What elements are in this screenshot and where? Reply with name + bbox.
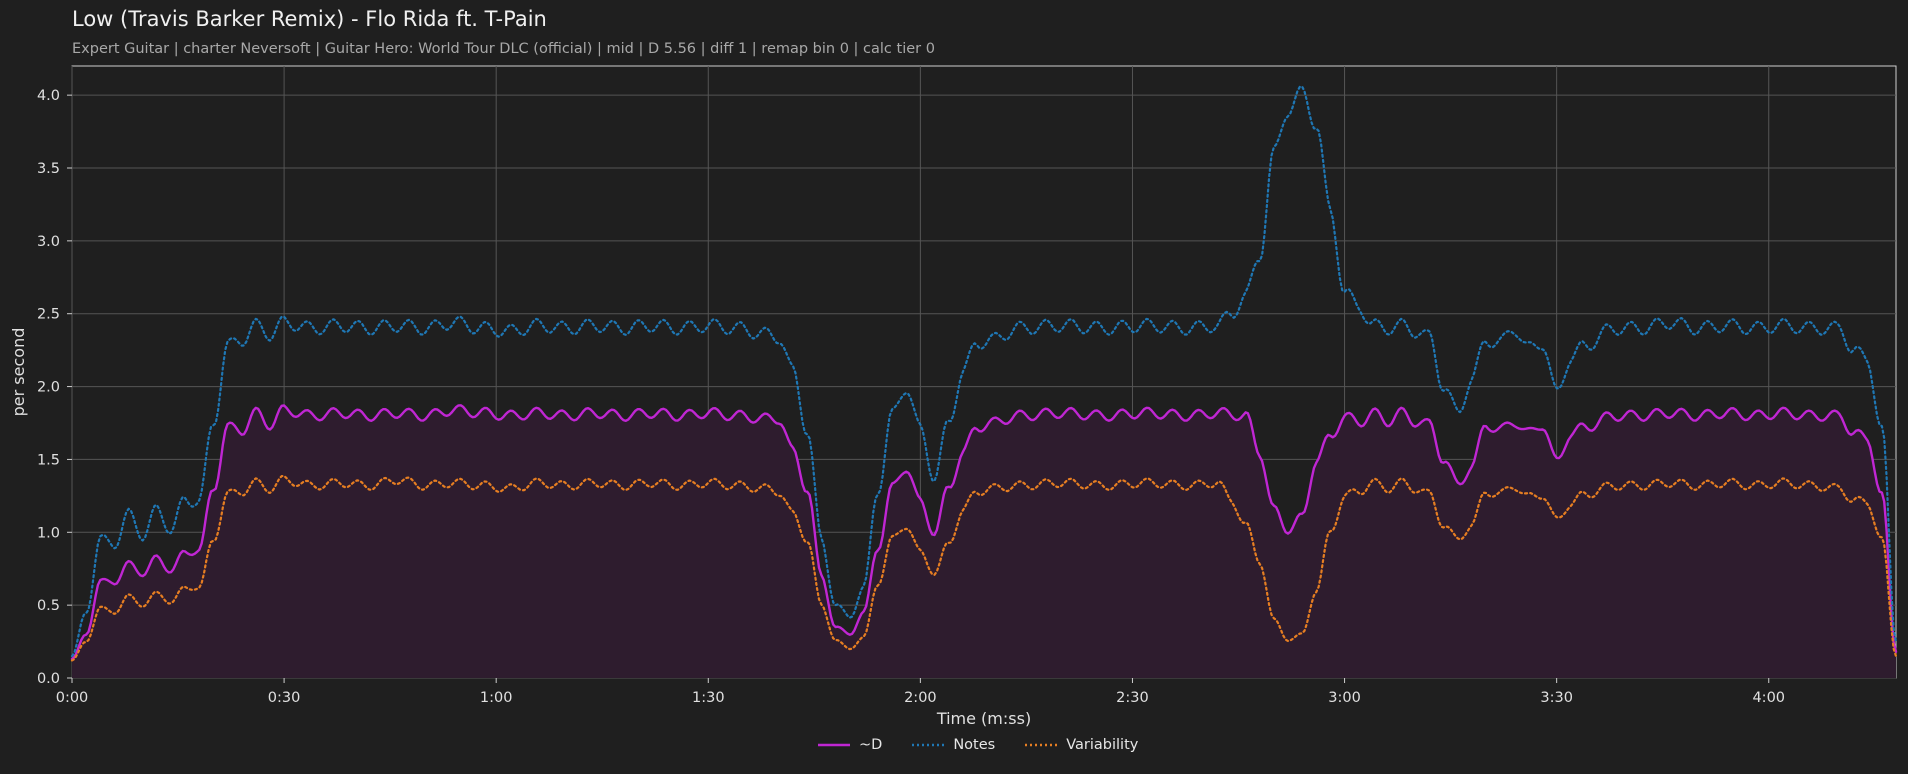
legend-swatch-variability (1025, 743, 1058, 747)
x-tick-label: 4:00 (1752, 690, 1785, 706)
y-tick-label: 1.0 (37, 525, 60, 541)
legend-item-d: ~D (818, 737, 882, 753)
y-tick-label: 0.0 (37, 671, 60, 687)
y-tick-label: 3.5 (37, 161, 60, 177)
y-tick-label: 4.0 (37, 88, 60, 104)
chart-plot: 0:00 0:30 1:00 1:30 2:00 2:30 3:00 3:30 4:00 0.0 0… (9, 65, 1898, 728)
legend-label-notes: Notes (953, 737, 996, 753)
y-tick-label: 0.5 (37, 598, 60, 614)
series-d-area (72, 405, 1896, 678)
legend-item-variability: Variability (1025, 737, 1138, 753)
x-axis-label: Time (m:ss) (936, 709, 1031, 728)
legend-label-variability: Variability (1066, 737, 1139, 753)
legend-swatch-d (818, 743, 850, 747)
legend: ~D Notes Variability (818, 737, 1168, 753)
x-tick-label: 2:00 (904, 690, 937, 706)
y-tick-label: 2.0 (37, 380, 60, 396)
x-tick-label: 3:30 (1540, 690, 1573, 706)
x-tick-label: 3:00 (1328, 690, 1361, 706)
x-tick-label: 2:30 (1116, 690, 1149, 706)
legend-swatch-notes (912, 743, 945, 747)
x-tick-label: 0:30 (268, 690, 301, 706)
y-axis-label: per second (9, 328, 28, 417)
y-tick-label: 1.5 (37, 452, 60, 468)
x-tick-label: 1:00 (480, 690, 513, 706)
legend-item-notes: Notes (912, 737, 995, 753)
y-tick-label: 2.5 (37, 307, 60, 323)
y-tick-label: 3.0 (37, 234, 60, 250)
x-tick-label: 0:00 (56, 690, 89, 706)
x-tick-label: 1:30 (692, 690, 725, 706)
legend-label-d: ~D (859, 737, 883, 753)
area-layer (72, 405, 1896, 678)
